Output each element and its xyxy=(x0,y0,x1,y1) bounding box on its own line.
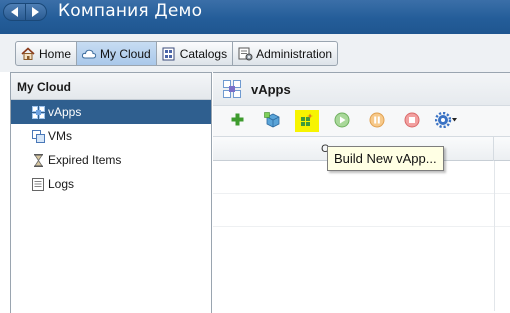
tab-home-label: Home xyxy=(39,46,72,61)
sidebar-item-vms[interactable]: VMs xyxy=(11,124,211,148)
sidebar-item-expired-items[interactable]: Expired Items xyxy=(11,148,211,172)
sidebar-item-logs[interactable]: Logs xyxy=(11,172,211,196)
gear-dropdown-icon xyxy=(434,111,459,131)
tab-my-cloud-label: My Cloud xyxy=(100,46,151,61)
organization-title: Компания Демо xyxy=(58,1,203,21)
main-tab-bar: Home My Cloud Catalogs Administration xyxy=(0,34,510,72)
start-button[interactable] xyxy=(330,110,354,132)
add-button[interactable] xyxy=(225,110,249,132)
tab-catalogs-label: Catalogs xyxy=(179,46,228,61)
top-banner: Компания Демо xyxy=(0,0,510,34)
stop-button[interactable] xyxy=(400,110,424,132)
add-from-catalog-button[interactable] xyxy=(260,110,284,132)
vapps-icon xyxy=(31,105,45,119)
page-title: vApps xyxy=(251,81,291,97)
sidebar-title: My Cloud xyxy=(11,73,211,100)
content-header: vApps xyxy=(213,73,510,106)
vapps-icon xyxy=(223,80,241,98)
grid-column-divider xyxy=(494,161,495,311)
back-arrow-icon[interactable] xyxy=(4,4,25,20)
sidebar-item-label: Logs xyxy=(48,177,75,191)
sidebar-item-vapps[interactable]: vApps xyxy=(11,100,211,124)
table-row xyxy=(213,194,510,227)
tab-catalogs[interactable]: Catalogs xyxy=(157,42,234,65)
suspend-button[interactable] xyxy=(365,110,389,132)
tab-administration-label: Administration xyxy=(256,46,333,61)
pause-icon xyxy=(369,112,385,131)
add-from-catalog-icon xyxy=(263,111,281,131)
tab-administration[interactable]: Administration xyxy=(233,42,337,65)
sidebar-item-label: vApps xyxy=(48,105,82,119)
build-new-vapp-tooltip: Build New vApp... xyxy=(327,146,444,171)
build-new-vapp-button[interactable] xyxy=(295,110,319,132)
sidebar-item-label: Expired Items xyxy=(48,153,122,167)
build-vapp-icon xyxy=(300,113,314,130)
tab-group: Home My Cloud Catalogs Administration xyxy=(15,41,339,66)
cloud-icon xyxy=(81,46,97,62)
play-icon xyxy=(334,112,350,131)
logs-icon xyxy=(31,177,45,191)
vms-icon xyxy=(31,129,45,143)
sidebar: My Cloud vApps VMs Expired Items Logs xyxy=(10,72,212,313)
forward-arrow-icon[interactable] xyxy=(24,4,47,20)
toolbar xyxy=(213,106,510,136)
plus-icon xyxy=(231,113,244,129)
nav-arrows xyxy=(3,3,47,21)
catalog-icon xyxy=(161,46,177,62)
administration-icon xyxy=(237,46,253,62)
sidebar-item-label: VMs xyxy=(48,129,72,143)
actions-menu-button[interactable] xyxy=(434,110,459,132)
home-icon xyxy=(20,46,36,62)
stop-icon xyxy=(404,112,420,131)
main-content: vApps C xyxy=(213,72,510,313)
vapps-grid xyxy=(213,161,510,311)
tab-my-cloud[interactable]: My Cloud xyxy=(77,42,157,65)
tab-home[interactable]: Home xyxy=(16,42,78,65)
hourglass-icon xyxy=(31,153,45,167)
